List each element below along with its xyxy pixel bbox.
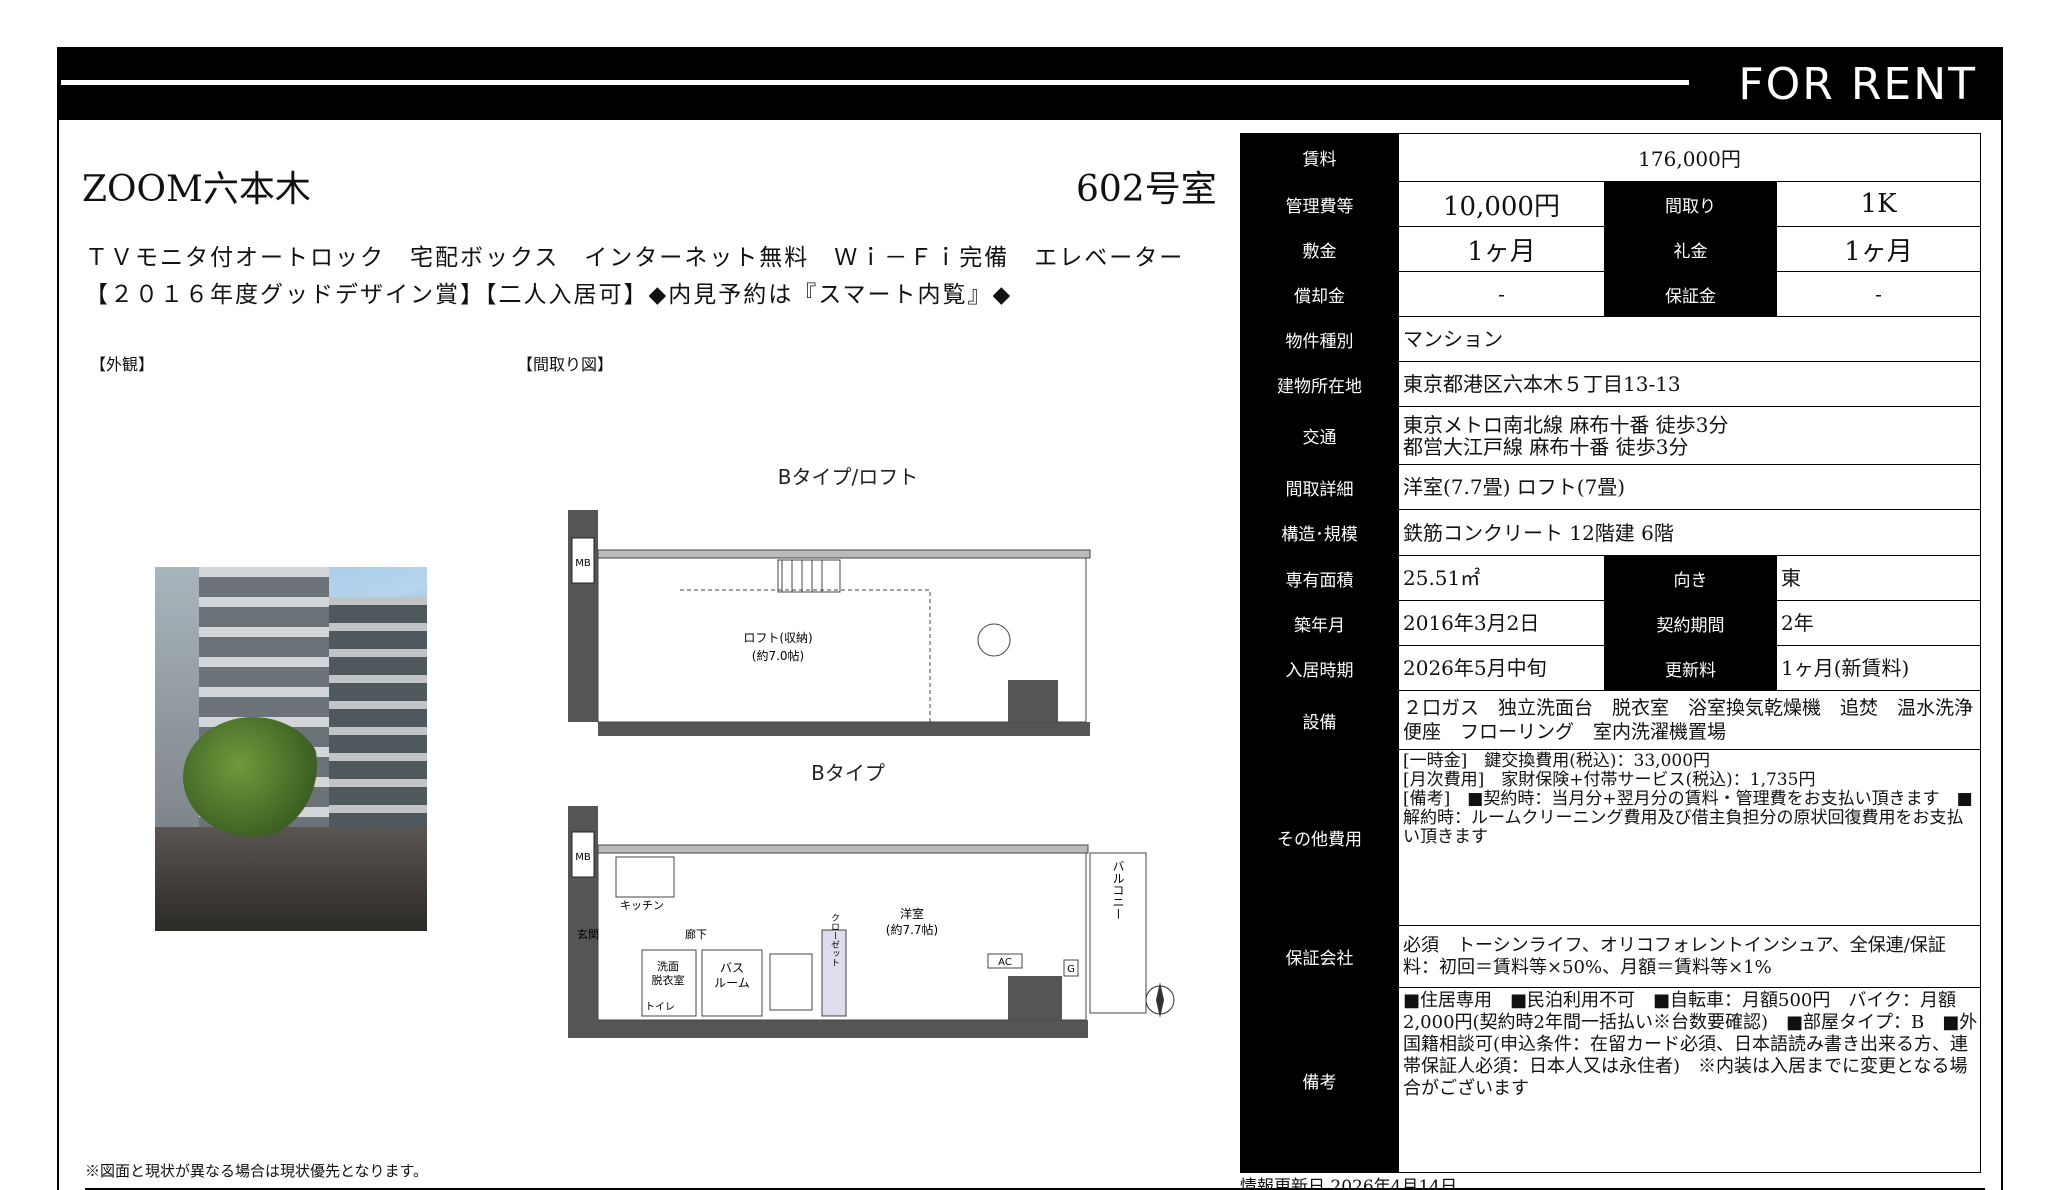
room-number: 602号室: [1076, 169, 1217, 210]
direction-value: 東: [1775, 555, 1982, 601]
deposit-value: 1ヶ月: [1398, 226, 1605, 272]
closet-label: クローゼット: [829, 913, 840, 967]
access-header: 交通: [1240, 406, 1399, 465]
for-rent-banner: FOR RENT: [59, 49, 2001, 120]
kitchen-label: キッチン: [620, 899, 664, 912]
guarantor-value: 必須 トーシンライフ、オリコフォレントインシュア、全保連/保証料：初回＝賃料等×…: [1397, 925, 1982, 988]
rent-value: 176,000円: [1397, 133, 1982, 182]
mb-label-main: MB: [575, 852, 591, 863]
remarks-value: ■住居専用 ■民泊利用不可 ■自転車：月額500円 バイク：月額2,000円(契…: [1397, 987, 1982, 1173]
bath-label-2: ルーム: [714, 976, 750, 990]
floorplan-caption: 【間取り図】: [517, 355, 614, 374]
compass-icon: [1145, 982, 1175, 1018]
key-money-header: 礼金: [1604, 226, 1777, 272]
layout-detail-value: 洋室(7.7畳) ロフト(7畳): [1397, 464, 1982, 510]
other-fees-header: その他費用: [1240, 749, 1399, 926]
dressing-label: 脱衣室: [652, 973, 685, 987]
wash-label: 洗面: [657, 960, 679, 973]
amortization-header: 償却金: [1240, 271, 1399, 317]
balcony-label: バルコニー: [1111, 860, 1125, 920]
access-line-2: 都営大江戸線 麻布十番 徒歩3分: [1403, 434, 1689, 459]
remarks-header: 備考: [1240, 987, 1399, 1173]
exterior-photo: [155, 567, 427, 931]
banner-rule: [61, 80, 1689, 85]
area-value: 25.51㎡: [1398, 555, 1605, 601]
bath-label: バス: [720, 961, 744, 975]
loft-size: (約7.0帖): [752, 648, 804, 663]
structure-value: 鉄筋コンクリート 12階建 6階: [1397, 509, 1982, 556]
move-in-value: 2026年5月中旬: [1398, 645, 1605, 691]
other-fees-line-1: [一時金] 鍵交換費用(税込)：33,000円: [1403, 751, 1711, 771]
access-value: 東京メトロ南北線 麻布十番 徒歩3分 都営大江戸線 麻布十番 徒歩3分: [1397, 406, 1982, 465]
mgmt-value: 10,000円: [1398, 181, 1605, 227]
contract-header: 契約期間: [1604, 600, 1777, 646]
exterior-caption: 【外観】: [90, 355, 155, 374]
catchcopy-line-1: ＴＶモニタ付オートロック 宅配ボックス インターネット無料 Ｗｉ－Ｆｉ完備 エレ…: [85, 245, 1185, 271]
other-fees-line-3: [備考] ■契約時：当月分+翌月分の賃料・管理費をお支払い頂きます ■解約時：ル…: [1403, 789, 1973, 847]
renewal-header: 更新料: [1604, 645, 1777, 691]
amortization-value: -: [1398, 271, 1605, 317]
direction-header: 向き: [1604, 555, 1777, 601]
guarantor-header: 保証会社: [1240, 925, 1399, 988]
floorplan-loft-title: Bタイプ/ロフト: [778, 465, 918, 489]
contract-value: 2年: [1775, 600, 1982, 646]
hallway-label: 廊下: [685, 927, 707, 941]
toilet-label: トイレ: [645, 1002, 675, 1013]
address-header: 建物所在地: [1240, 361, 1399, 407]
tree: [183, 717, 323, 837]
floorplan-drawing: Bタイプ/ロフト MB ロフト(収納) (約7.0帖) Bタイプ MB キッチン…: [568, 465, 1175, 1038]
move-in-header: 入居時期: [1240, 645, 1399, 691]
layout-detail-header: 間取詳細: [1240, 464, 1399, 510]
catchcopy: ＴＶモニタ付オートロック 宅配ボックス インターネット無料 Ｗｉ－Ｆｉ完備 エレ…: [85, 240, 1185, 314]
mgmt-header: 管理費等: [1240, 181, 1399, 227]
guarantee-money-value: -: [1775, 271, 1982, 317]
room-size: (約7.7帖): [886, 922, 938, 937]
renewal-value: 1ヶ月(新賃料): [1775, 645, 1982, 691]
room-label: 洋室: [900, 906, 924, 921]
floorplan-main-title: Bタイプ: [811, 761, 885, 785]
structure-header: 構造･規模: [1240, 509, 1399, 556]
footer-note: ※図面と現状が異なる場合は現状優先となります。: [85, 1162, 429, 1180]
address-value: 東京都港区六本木５丁目13-13: [1397, 361, 1982, 407]
catchcopy-line-2: 【２０１６年度グッドデザイン賞】【二人入居可】◆内見予約は『スマート内覧』◆: [85, 282, 1013, 308]
rent-header: 賃料: [1240, 133, 1399, 182]
gas-meter-label: G: [1067, 964, 1075, 975]
type-header: 物件種別: [1240, 316, 1399, 362]
area-header: 専有面積: [1240, 555, 1399, 601]
entrance-label: 玄関: [577, 927, 599, 941]
mb-label-loft: MB: [575, 558, 591, 569]
spec-table: 賃料 176,000円 管理費等 10,000円 間取り 1K 敷金 1ヶ月 礼…: [1240, 133, 1982, 1173]
banner-label: FOR RENT: [1738, 59, 1977, 110]
access-line-1: 東京メトロ南北線 麻布十番 徒歩3分: [1403, 412, 1729, 437]
other-fees-line-2: [月次費用] 家財保険+付帯サービス(税込)：1,735円: [1403, 770, 1816, 790]
guarantee-money-header: 保証金: [1604, 271, 1777, 317]
bathtub: [769, 953, 813, 1011]
layout-value: 1K: [1775, 181, 1982, 227]
building-name: ZOOM六本木: [82, 169, 311, 210]
layout-header: 間取り: [1604, 181, 1777, 227]
ceiling-fan-icon: [977, 623, 1011, 657]
type-value: マンション: [1397, 316, 1982, 362]
equipment-value: ２口ガス 独立洗面台 脱衣室 浴室換気乾燥機 追焚 温水洗浄便座 フローリング …: [1397, 690, 1982, 750]
deposit-header: 敷金: [1240, 226, 1399, 272]
other-fees-value: [一時金] 鍵交換費用(税込)：33,000円 [月次費用] 家財保険+付帯サー…: [1397, 749, 1982, 926]
loft-label: ロフト(収納): [743, 631, 812, 645]
built-value: 2016年3月2日: [1398, 600, 1605, 646]
ac-label: AC: [998, 957, 1012, 968]
key-money-value: 1ヶ月: [1775, 226, 1982, 272]
built-header: 築年月: [1240, 600, 1399, 646]
equipment-header: 設備: [1240, 690, 1399, 750]
